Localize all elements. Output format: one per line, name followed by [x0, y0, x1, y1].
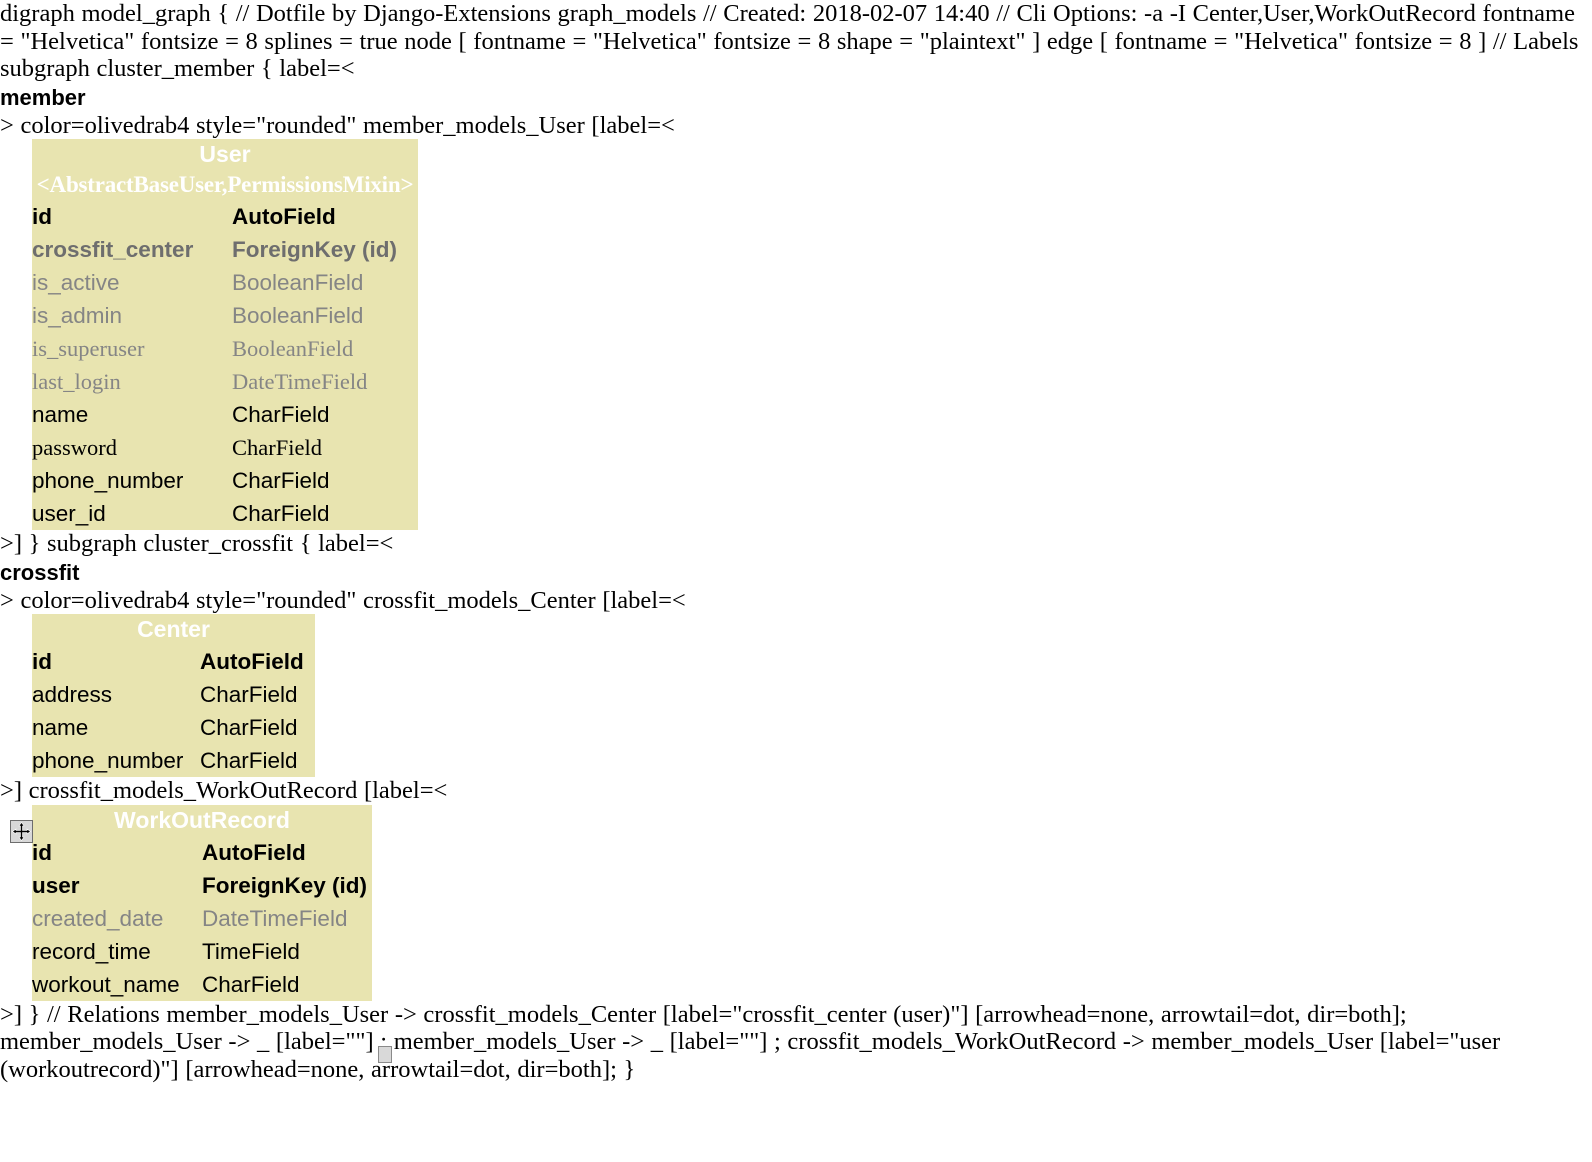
field-name-cell: name [32, 715, 89, 740]
field-type-cell: CharField [200, 682, 298, 707]
field-name-cell: name [32, 402, 89, 427]
field-type-cell: CharField [232, 402, 330, 427]
table-row: crossfit_center ForeignKey (id) [32, 233, 418, 266]
field-name-cell: phone_number [32, 748, 184, 773]
center-model-table-wrapper: Center id AutoField address CharField name Cha… [32, 614, 315, 777]
dot-preamble-text: digraph model_graph { // Dotfile by Djan… [0, 0, 1579, 82]
workoutrecord-node-declaration: >] crossfit_models_WorkOutRecord [label=… [0, 777, 448, 804]
field-name-cell: is_admin [32, 303, 123, 328]
field-type-cell: CharField [232, 435, 322, 460]
center-node-declaration: > color=olivedrab4 style="rounded" cross… [0, 586, 686, 614]
field-name-cell: is_active [32, 270, 120, 295]
table-row: name CharField [32, 711, 315, 744]
table-row: phone_number CharField [32, 464, 418, 497]
table-row: id AutoField [32, 200, 418, 233]
field-name-cell: address [32, 682, 113, 707]
user-table-title-row: User [32, 139, 418, 170]
workoutrecord-model-table-wrapper: WorkOutRecord id AutoField user ForeignKey (… [32, 804, 372, 1001]
field-type-cell: AutoField [202, 839, 306, 865]
cluster-member-label: member [0, 84, 86, 110]
workoutrecord-model-table: WorkOutRecord id AutoField user ForeignKey (… [32, 804, 372, 1001]
field-type-cell: CharField [202, 971, 300, 997]
user-model-table: User <AbstractBaseUser,PermissionsMixin> i… [32, 139, 418, 530]
field-name-cell: workout_name [32, 971, 180, 997]
user-table-title: User [199, 141, 251, 167]
field-type-cell: DateTimeField [202, 905, 348, 931]
workoutrecord-table-title: WorkOutRecord [114, 806, 290, 833]
field-type-cell: CharField [200, 748, 298, 773]
table-row: phone_number CharField [32, 744, 315, 777]
table-row: last_login DateTimeField [32, 365, 418, 398]
field-type-cell: BooleanField [232, 336, 354, 361]
field-type-cell: ForeignKey (id) [232, 237, 398, 262]
table-row: is_superuser BooleanField [32, 332, 418, 365]
field-type-cell: AutoField [232, 204, 336, 229]
table-row: id AutoField [32, 645, 315, 678]
user-model-table-wrapper: User <AbstractBaseUser,PermissionsMixin> i… [32, 139, 418, 530]
field-type-cell: AutoField [200, 649, 304, 674]
field-type-cell: DateTimeField [232, 369, 368, 394]
table-row: record_time TimeField [32, 935, 372, 968]
field-name-cell: record_time [32, 938, 151, 964]
center-table-title: Center [137, 616, 210, 642]
field-name-cell: user_id [32, 501, 106, 526]
field-type-cell: BooleanField [232, 270, 364, 295]
table-row: workout_name CharField [32, 968, 372, 1001]
relations-text: >] } // Relations member_models_User -> … [0, 1000, 1501, 1083]
field-name-cell: id [32, 204, 52, 229]
table-row: id AutoField [32, 836, 372, 869]
center-model-table: Center id AutoField address CharField name Cha… [32, 614, 315, 777]
field-type-cell: BooleanField [232, 303, 364, 328]
member-node-declaration: > color=olivedrab4 style="rounded" membe… [0, 111, 675, 139]
user-model-table-body: User <AbstractBaseUser,PermissionsMixin> i… [32, 139, 418, 530]
field-name-cell: is_superuser [32, 336, 145, 361]
cluster-crossfit-label: crossfit [0, 559, 80, 585]
field-type-cell: CharField [232, 501, 330, 526]
field-type-cell: TimeField [202, 938, 300, 964]
text-cursor-icon[interactable] [378, 1046, 392, 1063]
table-row: user_id CharField [32, 497, 418, 530]
field-name-cell: password [32, 435, 117, 460]
center-table-title-row: Center [32, 614, 315, 645]
field-name-cell: phone_number [32, 468, 184, 493]
user-table-subtitle-row: <AbstractBaseUser,PermissionsMixin> [32, 170, 418, 200]
move-cursor-icon[interactable] [10, 820, 33, 843]
user-table-subtitle: <AbstractBaseUser,PermissionsMixin> [36, 172, 414, 197]
field-name-cell: last_login [32, 369, 121, 394]
table-row: is_active BooleanField [32, 266, 418, 299]
field-name-cell: created_date [32, 905, 164, 931]
table-row: address CharField [32, 678, 315, 711]
field-name-cell: crossfit_center [32, 237, 194, 262]
after-user-table-text: >] } subgraph cluster_crossfit { label=< [0, 530, 394, 557]
center-model-table-body: Center id AutoField address CharField name Cha… [32, 614, 315, 777]
field-type-cell: CharField [232, 468, 330, 493]
field-name-cell: id [32, 839, 52, 865]
table-row: user ForeignKey (id) [32, 869, 372, 902]
field-type-cell: CharField [200, 715, 298, 740]
field-type-cell: ForeignKey (id) [202, 872, 368, 898]
field-name-cell: id [32, 649, 52, 674]
workoutrecord-table-title-row: WorkOutRecord [32, 805, 372, 836]
table-row: name CharField [32, 398, 418, 431]
table-row: created_date DateTimeField [32, 902, 372, 935]
dot-source-page: digraph model_graph { // Dotfile by Djan… [0, 0, 1592, 1162]
field-name-cell: user [32, 872, 80, 898]
table-row: is_admin BooleanField [32, 299, 418, 332]
table-row: password CharField [32, 431, 418, 464]
workoutrecord-model-table-body: WorkOutRecord id AutoField user ForeignKey (… [32, 805, 372, 1001]
